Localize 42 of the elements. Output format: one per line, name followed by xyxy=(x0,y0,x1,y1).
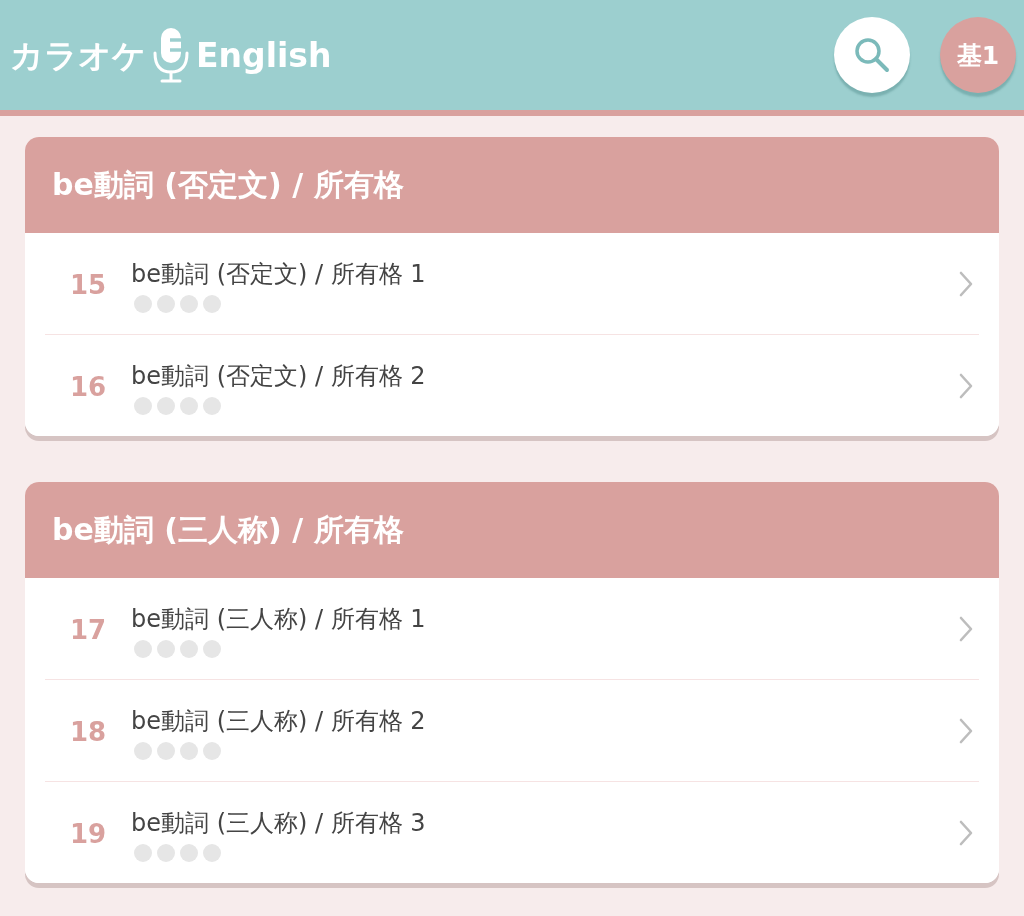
progress-dot-icon xyxy=(134,843,152,862)
lesson-title: be動詞 (三人称) / 所有格 2 xyxy=(131,705,427,736)
progress-dot-icon xyxy=(134,396,152,415)
progress-dot-icon xyxy=(157,741,175,760)
progress-dot-icon xyxy=(180,294,198,313)
chevron-right-icon xyxy=(959,270,973,297)
progress-dot-icon xyxy=(180,741,198,760)
progress-dot-icon xyxy=(157,294,175,313)
lesson-title: be動詞 (三人称) / 所有格 3 xyxy=(131,807,427,838)
progress-dot-icon xyxy=(203,294,221,313)
lesson-title: be動詞 (否定文) / 所有格 2 xyxy=(131,360,427,391)
chevron-right-icon xyxy=(959,372,973,399)
progress-dot-icon xyxy=(157,843,175,862)
search-icon xyxy=(854,37,890,73)
logo-text: English xyxy=(196,38,332,72)
progress-dot-icon xyxy=(203,396,221,415)
progress-dot-icon xyxy=(203,741,221,760)
logo-text: カラオケ xyxy=(10,38,146,72)
search-button[interactable] xyxy=(834,17,910,93)
progress-dot-icon xyxy=(203,639,221,658)
progress-dot-icon xyxy=(203,843,221,862)
progress-dot-icon xyxy=(157,396,175,415)
lesson-number: 15 xyxy=(68,269,108,298)
progress-dot-icon xyxy=(180,843,198,862)
lesson-title: be動詞 (否定文) / 所有格 1 xyxy=(131,258,427,289)
progress-dot-icon xyxy=(157,639,175,658)
progress-dot-icon xyxy=(134,741,152,760)
chevron-right-icon xyxy=(959,717,973,744)
progress-dot-icon xyxy=(180,639,198,658)
chevron-right-icon xyxy=(959,615,973,642)
progress-dot-icon xyxy=(134,639,152,658)
lesson-number: 17 xyxy=(68,614,108,643)
lesson-number: 18 xyxy=(68,716,108,745)
lesson-number: 19 xyxy=(68,818,108,847)
progress-dot-icon xyxy=(134,294,152,313)
section-title: be動詞 (否定文) / 所有格 xyxy=(52,167,404,203)
progress-dot-icon xyxy=(180,396,198,415)
lesson-title: be動詞 (三人称) / 所有格 1 xyxy=(131,603,427,634)
microphone-icon xyxy=(152,27,190,83)
section-title: be動詞 (三人称) / 所有格 xyxy=(52,512,404,548)
chevron-right-icon xyxy=(959,819,973,846)
lesson-number: 16 xyxy=(68,371,108,400)
